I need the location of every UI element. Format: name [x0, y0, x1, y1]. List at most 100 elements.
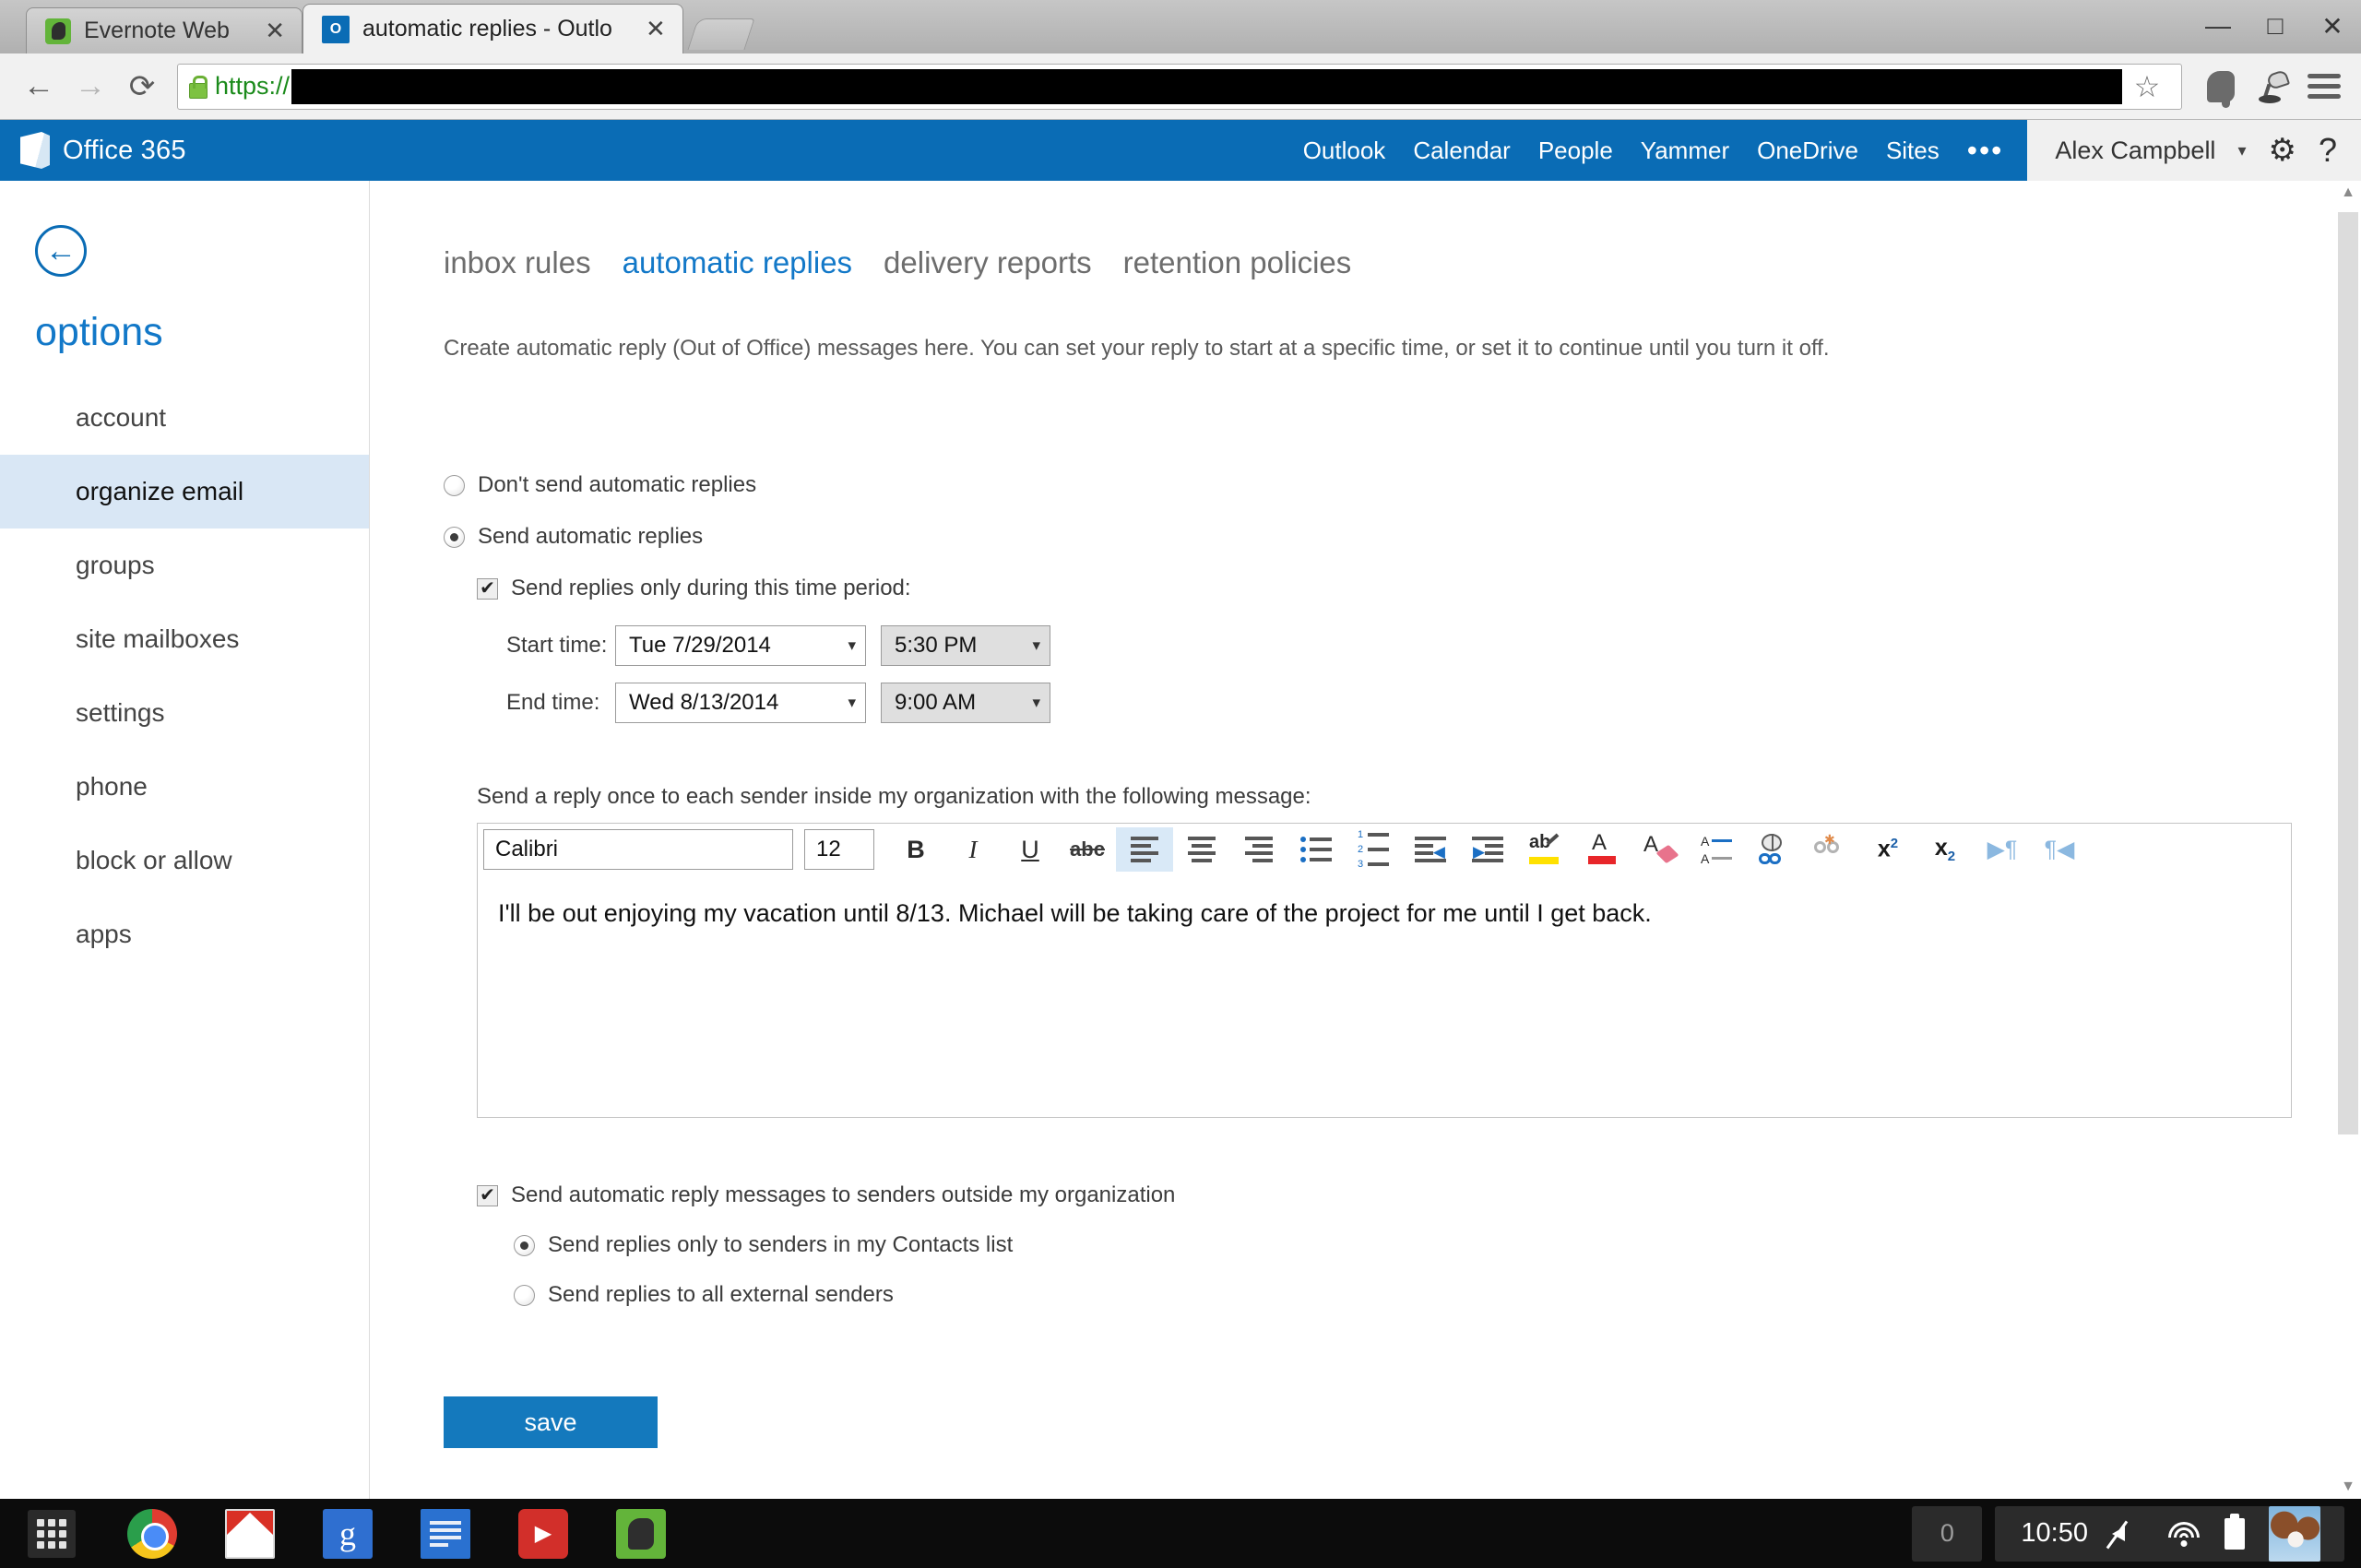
tab-retention-policies[interactable]: retention policies — [1123, 245, 1352, 280]
close-window-button[interactable]: ✕ — [2304, 0, 2361, 52]
tab-close-button[interactable]: ✕ — [244, 17, 285, 45]
checkbox[interactable]: ✔ — [477, 1184, 498, 1206]
user-name-label[interactable]: Alex Campbell — [2055, 137, 2215, 165]
sidebar-item-settings[interactable]: settings — [0, 676, 369, 750]
underline-button[interactable]: U — [1002, 827, 1059, 872]
office365-brand[interactable]: Office 365 — [0, 132, 186, 169]
remove-link-button[interactable]: ✱ — [1802, 827, 1859, 872]
sidebar-item-site-mailboxes[interactable]: site mailboxes — [0, 602, 369, 676]
bold-button[interactable]: B — [887, 827, 944, 872]
font-color-button[interactable]: A — [1573, 827, 1631, 872]
url-redacted-region — [291, 68, 2122, 104]
sidebar-item-apps[interactable]: apps — [0, 897, 369, 971]
mute-icon[interactable] — [2106, 1520, 2143, 1549]
scroll-down-icon[interactable]: ▼ — [2335, 1475, 2361, 1499]
end-time-dropdown[interactable]: 9:00 AM ▾ — [881, 683, 1050, 723]
desk-lamp-icon[interactable] — [2248, 63, 2296, 111]
reload-icon[interactable]: ⟳ — [116, 61, 168, 113]
nav-item-onedrive[interactable]: OneDrive — [1757, 137, 1858, 165]
gear-icon[interactable]: ⚙ — [2268, 132, 2296, 169]
radio-button[interactable] — [444, 474, 465, 496]
back-arrow-icon[interactable]: ← — [35, 225, 87, 277]
minimize-button[interactable]: — — [2189, 0, 2247, 52]
browser-tab-outlook[interactable]: O automatic replies - Outlo ✕ — [303, 4, 683, 53]
bulleted-list-button[interactable] — [1287, 827, 1345, 872]
forward-icon[interactable]: → — [65, 61, 116, 113]
sidebar-item-organize-email[interactable]: organize email — [0, 455, 369, 529]
start-date-dropdown[interactable]: Tue 7/29/2014 ▾ — [615, 625, 866, 666]
evernote-clipper-icon[interactable] — [2197, 63, 2245, 111]
sidebar-item-groups[interactable]: groups — [0, 529, 369, 602]
font-size-select[interactable]: 12 — [804, 829, 874, 870]
end-date-dropdown[interactable]: Wed 8/13/2014 ▾ — [615, 683, 866, 723]
back-icon[interactable]: ← — [13, 61, 65, 113]
content-scrollbar[interactable]: ▲ ▼ — [2335, 181, 2361, 1499]
gmail-icon[interactable] — [225, 1508, 275, 1559]
nav-item-yammer[interactable]: Yammer — [1641, 137, 1729, 165]
radio-button[interactable] — [514, 1284, 535, 1306]
google-search-icon[interactable]: g — [323, 1508, 373, 1559]
chevron-down-icon[interactable]: ▾ — [2237, 141, 2246, 160]
radio-dont-send-replies[interactable]: Don't send automatic replies — [444, 472, 2361, 498]
browser-tab-evernote[interactable]: Evernote Web ✕ — [26, 7, 303, 53]
help-icon[interactable]: ? — [2319, 131, 2337, 170]
youtube-icon[interactable]: ▶ — [518, 1508, 568, 1559]
notification-count[interactable]: 0 — [1912, 1505, 1983, 1562]
google-docs-icon[interactable] — [421, 1508, 470, 1559]
radio-button[interactable] — [444, 526, 465, 548]
new-tab-button[interactable] — [687, 18, 755, 50]
tab-delivery-reports[interactable]: delivery reports — [884, 245, 1092, 280]
italic-button[interactable]: I — [944, 827, 1002, 872]
start-time-dropdown[interactable]: 5:30 PM ▾ — [881, 625, 1050, 666]
decrease-indent-button[interactable]: ◀ — [1402, 827, 1459, 872]
tab-automatic-replies[interactable]: automatic replies — [623, 245, 852, 280]
ltr-direction-button[interactable]: ▶¶ — [1974, 827, 2031, 872]
clear-formatting-button[interactable]: A — [1631, 827, 1688, 872]
scrollbar-thumb[interactable] — [2338, 212, 2358, 1134]
chrome-menu-icon[interactable] — [2300, 63, 2348, 111]
battery-icon[interactable] — [2225, 1513, 2245, 1550]
chrome-icon[interactable] — [127, 1508, 177, 1559]
radio-contacts-only[interactable]: Send replies only to senders in my Conta… — [514, 1232, 2361, 1258]
sidebar-item-account[interactable]: account — [0, 381, 369, 455]
checkbox-external-replies[interactable]: ✔ Send automatic reply messages to sende… — [477, 1182, 2361, 1208]
checkbox[interactable]: ✔ — [477, 577, 498, 600]
tab-inbox-rules[interactable]: inbox rules — [444, 245, 591, 280]
scroll-up-icon[interactable]: ▲ — [2335, 181, 2361, 205]
system-tray[interactable]: 10:50 — [1995, 1505, 2344, 1562]
numbered-list-button[interactable]: 1 2 3 — [1345, 827, 1402, 872]
sidebar-item-block-or-allow[interactable]: block or allow — [0, 824, 369, 897]
wifi-icon[interactable] — [2167, 1521, 2201, 1547]
evernote-icon[interactable] — [616, 1508, 666, 1559]
bookmark-star-icon[interactable]: ☆ — [2122, 64, 2172, 109]
tab-close-button[interactable]: ✕ — [625, 15, 666, 43]
radio-send-replies[interactable]: Send automatic replies — [444, 524, 2361, 550]
radio-all-external[interactable]: Send replies to all external senders — [514, 1282, 2361, 1308]
user-avatar[interactable] — [2269, 1505, 2320, 1562]
address-bar[interactable]: https:// ☆ — [177, 63, 2182, 110]
align-center-button[interactable] — [1173, 827, 1230, 872]
nav-item-sites[interactable]: Sites — [1886, 137, 1940, 165]
reply-message-body[interactable]: I'll be out enjoying my vacation until 8… — [478, 875, 2291, 1117]
nav-item-outlook[interactable]: Outlook — [1303, 137, 1386, 165]
app-launcher-icon[interactable] — [28, 1509, 76, 1558]
font-family-select[interactable]: Calibri — [483, 829, 793, 870]
align-left-button[interactable] — [1116, 827, 1173, 872]
increase-indent-button[interactable]: ▶ — [1459, 827, 1516, 872]
line-spacing-button[interactable]: A A — [1688, 827, 1745, 872]
radio-button[interactable] — [514, 1234, 535, 1256]
maximize-button[interactable]: □ — [2247, 0, 2304, 52]
nav-item-calendar[interactable]: Calendar — [1413, 137, 1511, 165]
align-right-button[interactable] — [1230, 827, 1287, 872]
nav-overflow-icon[interactable]: ••• — [1967, 136, 2004, 165]
save-button[interactable]: save — [444, 1396, 658, 1448]
highlight-button[interactable]: ab — [1516, 827, 1573, 872]
insert-link-button[interactable] — [1745, 827, 1802, 872]
subscript-button[interactable]: x2 — [1916, 827, 1974, 872]
strikethrough-button[interactable]: abc — [1059, 827, 1116, 872]
nav-item-people[interactable]: People — [1538, 137, 1613, 165]
sidebar-item-phone[interactable]: phone — [0, 750, 369, 824]
checkbox-time-period[interactable]: ✔ Send replies only during this time per… — [477, 576, 2361, 601]
rtl-direction-button[interactable]: ¶◀ — [2031, 827, 2088, 872]
superscript-button[interactable]: x2 — [1859, 827, 1916, 872]
